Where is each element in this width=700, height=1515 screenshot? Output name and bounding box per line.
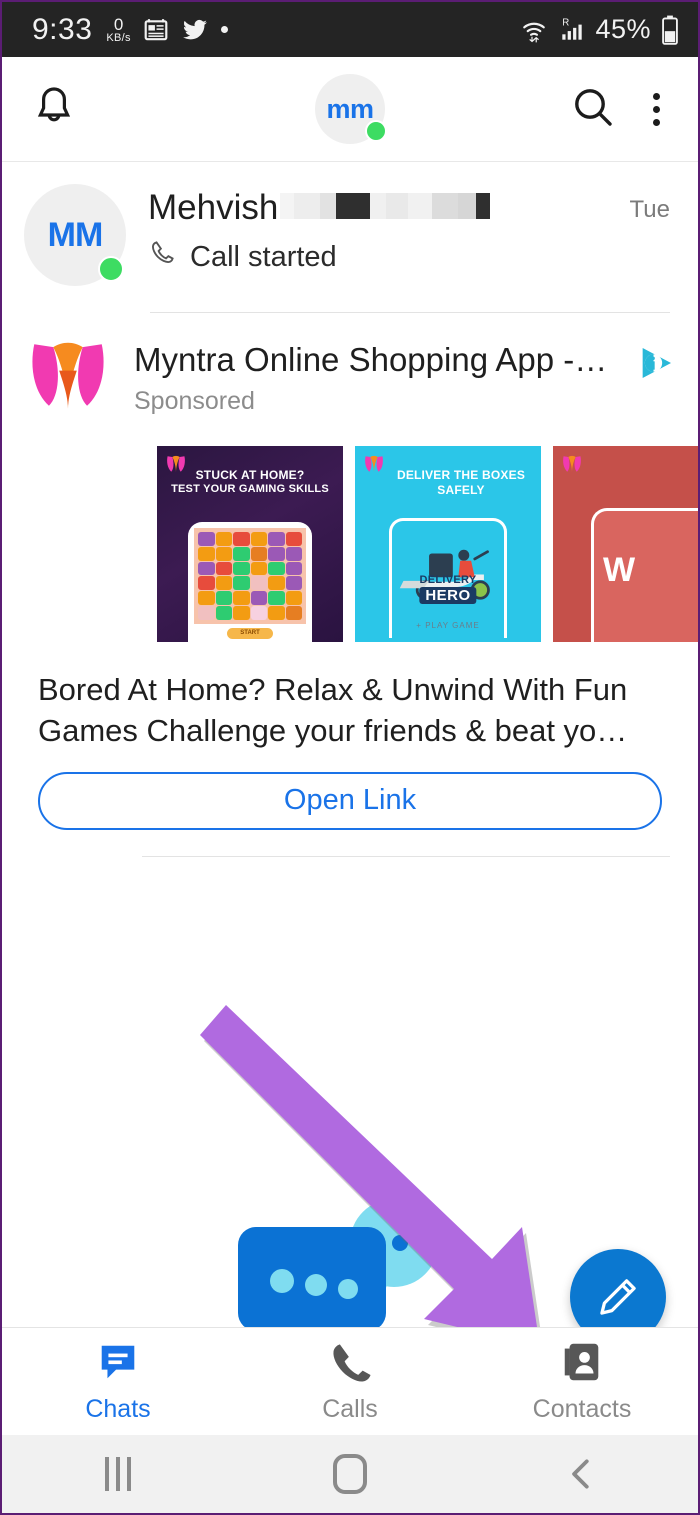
open-link-button[interactable]: Open Link bbox=[38, 771, 662, 830]
ad-card-badge-bottom: HERO bbox=[419, 587, 477, 604]
ad-card[interactable]: HYGI W bbox=[553, 446, 698, 642]
profile-avatar[interactable]: mm bbox=[315, 74, 387, 144]
status-bar-right: R 45% bbox=[519, 14, 680, 45]
avatar-initials: mm bbox=[326, 93, 374, 124]
game-grid bbox=[194, 528, 306, 624]
delivery-hero-badge: DELIVERY HERO bbox=[419, 574, 477, 604]
ad-sponsored-label: Sponsored bbox=[134, 387, 255, 415]
chat-status-line: Call started bbox=[148, 238, 670, 276]
ad-card-partial-text: W bbox=[603, 551, 636, 589]
phone-mockup: START bbox=[188, 522, 312, 642]
nav-tab-calls[interactable]: Calls bbox=[234, 1339, 466, 1424]
status-bar: 9:33 0 KB/s R 45% bbox=[2, 2, 698, 57]
chat-bubble-icon bbox=[101, 1345, 135, 1379]
chat-contact-name-wrap: Mehvish bbox=[148, 188, 491, 228]
contacts-book-icon bbox=[564, 1343, 599, 1381]
back-icon[interactable] bbox=[466, 1452, 698, 1496]
ad-card-badge-top: DELIVERY bbox=[419, 574, 477, 586]
phone-icon bbox=[148, 238, 178, 276]
nav-tab-label: Calls bbox=[322, 1395, 378, 1423]
phone-mockup: DELIVERY HERO + PLAY GAME bbox=[389, 518, 507, 638]
ad-title-block: Myntra Online Shopping App - Sh… Sponsor… bbox=[134, 335, 614, 416]
svg-text:R: R bbox=[563, 17, 570, 28]
sponsored-ad[interactable]: Myntra Online Shopping App - Sh… Sponsor… bbox=[2, 313, 698, 857]
dot-icon bbox=[220, 26, 228, 33]
status-bar-left: 9:33 0 KB/s bbox=[32, 13, 228, 47]
android-navigation-bar bbox=[2, 1435, 698, 1513]
twitter-icon bbox=[181, 17, 209, 43]
home-icon[interactable] bbox=[234, 1454, 466, 1494]
chat-avatar-initials: MM bbox=[47, 215, 104, 254]
ad-card-line2: SAFELY bbox=[437, 483, 485, 497]
presence-dot bbox=[365, 120, 387, 142]
ad-card-caption: DELIVER THE BOXES SAFELY bbox=[355, 468, 541, 498]
ad-carousel[interactable]: STUCK AT HOME? TEST YOUR GAMING SKILLS S… bbox=[2, 416, 698, 642]
battery-percent: 45% bbox=[595, 14, 651, 44]
ad-card-line1: DELIVER THE BOXES bbox=[396, 468, 526, 482]
recents-icon[interactable] bbox=[2, 1457, 234, 1491]
data-rate-unit: KB/s bbox=[106, 31, 131, 44]
wifi-transfer-icon bbox=[519, 17, 549, 43]
ad-choices-play-icon[interactable] bbox=[636, 335, 676, 388]
chat-status-text: Call started bbox=[190, 240, 337, 273]
kebab-menu-icon[interactable] bbox=[643, 87, 670, 132]
chat-item-body: Mehvish Tue Call started bbox=[148, 184, 670, 286]
ad-card[interactable]: DELIVER THE BOXES SAFELY DELIVERY HERO +… bbox=[355, 446, 541, 642]
news-icon bbox=[143, 17, 169, 43]
ad-body-text: Bored At Home? Relax & Unwind With Fun G… bbox=[38, 672, 628, 748]
list-divider bbox=[142, 855, 670, 857]
phone-screen: 9:33 0 KB/s R 45% mm MM Mehvish Tue Call… bbox=[0, 0, 700, 1515]
phone-icon bbox=[333, 1344, 371, 1382]
ad-title: Myntra Online Shopping App - Sh… bbox=[134, 341, 614, 378]
presence-dot bbox=[98, 256, 124, 282]
avatar[interactable]: mm bbox=[315, 74, 387, 144]
bell-icon[interactable] bbox=[30, 83, 78, 136]
ad-card-line2: TEST YOUR GAMING SKILLS bbox=[171, 483, 329, 495]
chat-contact-name: Mehvish bbox=[148, 188, 279, 227]
ad-header: Myntra Online Shopping App - Sh… Sponsor… bbox=[2, 335, 698, 416]
nav-tab-label: Contacts bbox=[532, 1395, 632, 1423]
ad-card-caption: HYGI bbox=[553, 468, 698, 483]
chat-timestamp: Tue bbox=[629, 196, 670, 223]
ad-card[interactable]: STUCK AT HOME? TEST YOUR GAMING SKILLS S… bbox=[157, 446, 343, 642]
nav-tab-label: Chats bbox=[85, 1395, 151, 1423]
ad-card-caption: STUCK AT HOME? TEST YOUR GAMING SKILLS bbox=[157, 468, 343, 497]
chat-item-header: Mehvish Tue bbox=[148, 188, 670, 228]
ad-card-cta: START bbox=[227, 628, 273, 639]
status-time: 9:33 bbox=[32, 12, 93, 46]
search-icon[interactable] bbox=[569, 83, 617, 136]
battery-icon bbox=[660, 15, 680, 45]
nav-tab-contacts[interactable]: Contacts bbox=[466, 1339, 698, 1424]
data-rate-indicator: 0 KB/s bbox=[106, 16, 130, 44]
ad-card-line1: STUCK AT HOME? bbox=[195, 468, 305, 482]
data-rate-value: 0 bbox=[113, 14, 124, 34]
chat-avatar[interactable]: MM bbox=[24, 184, 126, 286]
chat-list-item[interactable]: MM Mehvish Tue Call started bbox=[2, 162, 698, 286]
compose-pencil-icon bbox=[600, 1279, 636, 1315]
signal-bars-icon: R bbox=[558, 16, 586, 44]
myntra-logo bbox=[32, 342, 104, 409]
app-bar: mm bbox=[2, 57, 698, 162]
redacted-text bbox=[280, 193, 491, 219]
ad-card-cta: + PLAY GAME bbox=[416, 621, 480, 630]
nav-tab-chats[interactable]: Chats bbox=[2, 1339, 234, 1424]
ad-card-line1: HYGI bbox=[553, 468, 698, 483]
bottom-navigation: Chats Calls Contacts bbox=[2, 1327, 698, 1435]
